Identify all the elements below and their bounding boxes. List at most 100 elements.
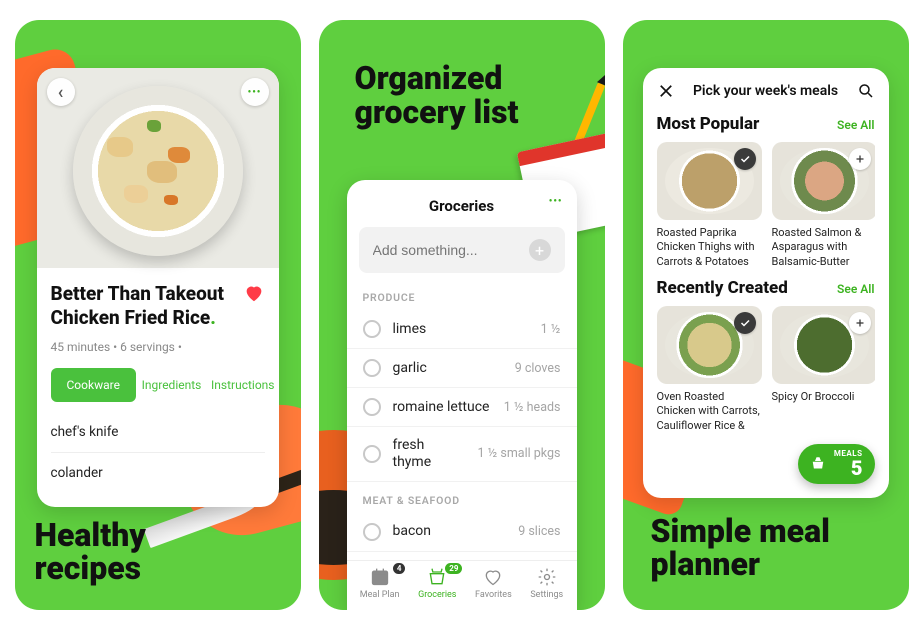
meal-image bbox=[657, 306, 762, 384]
section-title: Recently Created bbox=[657, 278, 788, 298]
panel-caption: Healthy recipes bbox=[35, 519, 146, 586]
meal-label: Roasted Paprika Chicken Thighs with Carr… bbox=[657, 226, 762, 268]
grocery-qty: 1 ½ small pkgs bbox=[477, 446, 560, 461]
tab-label: Favorites bbox=[475, 590, 512, 600]
tab-ingredients[interactable]: Ingredients bbox=[136, 368, 207, 402]
add-badge[interactable] bbox=[849, 148, 871, 170]
cookware-item: chef's knife bbox=[51, 412, 265, 453]
panel-caption: Organized grocery list bbox=[355, 62, 519, 129]
checkbox[interactable] bbox=[363, 445, 381, 463]
meal-picker-card: Pick your week's meals Most Popular See A… bbox=[643, 68, 889, 498]
back-button[interactable]: ‹ bbox=[47, 78, 75, 106]
meal-plan-icon bbox=[370, 567, 390, 587]
fab-count: 5 bbox=[851, 458, 863, 478]
tab-label: Groceries bbox=[418, 590, 456, 600]
checkbox[interactable] bbox=[363, 359, 381, 377]
tab-label: Settings bbox=[530, 590, 563, 600]
groceries-icon bbox=[427, 567, 447, 587]
add-button[interactable]: + bbox=[529, 239, 551, 261]
meal-image bbox=[657, 142, 762, 220]
more-icon: ••• bbox=[549, 196, 563, 207]
tab-bar: 4 Meal Plan 29 Groceries Favorites Setti… bbox=[347, 560, 577, 610]
groceries-card: Groceries ••• + PRODUCE limes 1 ½ garlic 9 c… bbox=[347, 180, 577, 610]
meal-label: Roasted Salmon & Asparagus with Balsamic… bbox=[772, 226, 875, 268]
grocery-row[interactable]: chicken breasts, boneless skinless2 ¼ lb bbox=[347, 552, 577, 560]
meal-tile[interactable]: Spicy Or Broccoli bbox=[772, 306, 875, 432]
grocery-qty: 1 ½ bbox=[541, 322, 561, 337]
meal-tile[interactable]: Oven Roasted Chicken with Carrots, Cauli… bbox=[657, 306, 762, 432]
grocery-name: garlic bbox=[393, 360, 503, 377]
search-icon bbox=[857, 82, 875, 100]
chevron-left-icon: ‹ bbox=[58, 82, 64, 103]
screenshot-healthy-recipes: ‹ ••• Better Than Takeout Chicken Fried … bbox=[15, 20, 301, 610]
favorite-button[interactable] bbox=[243, 282, 265, 304]
search-button[interactable] bbox=[857, 82, 875, 100]
add-item-field[interactable]: + bbox=[359, 227, 565, 273]
close-icon bbox=[657, 82, 675, 100]
selected-badge[interactable] bbox=[734, 312, 756, 334]
see-all-link[interactable]: See All bbox=[837, 282, 874, 296]
add-badge[interactable] bbox=[849, 312, 871, 334]
heart-icon bbox=[243, 282, 265, 304]
checkbox[interactable] bbox=[363, 320, 381, 338]
meal-image bbox=[772, 142, 875, 220]
plus-icon bbox=[854, 317, 866, 329]
tab-settings[interactable]: Settings bbox=[530, 567, 563, 600]
grocery-qty: 1 ½ heads bbox=[504, 400, 561, 415]
plus-icon bbox=[854, 153, 866, 165]
grocery-qty: 9 cloves bbox=[515, 361, 561, 376]
more-button[interactable]: ••• bbox=[549, 196, 563, 207]
section-label: PRODUCE bbox=[347, 279, 577, 310]
grocery-name: bacon bbox=[393, 523, 507, 540]
tab-cookware[interactable]: Cookware bbox=[51, 368, 136, 402]
meal-label: Oven Roasted Chicken with Carrots, Cauli… bbox=[657, 390, 762, 432]
basket-icon bbox=[808, 454, 828, 474]
grocery-name: romaine lettuce bbox=[393, 399, 492, 416]
screenshot-meal-planner: Pick your week's meals Most Popular See A… bbox=[623, 20, 909, 610]
meal-image bbox=[772, 306, 875, 384]
checkbox[interactable] bbox=[363, 398, 381, 416]
favorites-icon bbox=[483, 567, 503, 587]
grocery-name: fresh thyme bbox=[393, 437, 466, 471]
plus-icon: + bbox=[535, 241, 544, 260]
add-item-input[interactable] bbox=[373, 242, 529, 258]
check-icon bbox=[739, 153, 751, 165]
meal-tile[interactable]: Roasted Salmon & Asparagus with Balsamic… bbox=[772, 142, 875, 268]
meals-cart-button[interactable]: MEALS 5 bbox=[798, 444, 875, 484]
more-button[interactable]: ••• bbox=[241, 78, 269, 106]
page-title: Pick your week's meals bbox=[693, 83, 838, 99]
section-title: Most Popular bbox=[657, 114, 760, 134]
grocery-qty: 9 slices bbox=[518, 524, 560, 539]
recipe-meta: 45 minutes • 6 servings • bbox=[51, 340, 265, 354]
groceries-title: Groceries bbox=[429, 197, 494, 215]
recipe-hero-image: ‹ ••• bbox=[37, 68, 279, 268]
see-all-link[interactable]: See All bbox=[837, 118, 874, 132]
section-label: MEAT & SEAFOOD bbox=[347, 482, 577, 513]
meal-label: Spicy Or Broccoli bbox=[772, 390, 875, 404]
tab-instructions[interactable]: Instructions bbox=[207, 368, 278, 402]
checkbox[interactable] bbox=[363, 523, 381, 541]
badge: 4 bbox=[393, 563, 406, 574]
meal-tile[interactable]: Roasted Paprika Chicken Thighs with Carr… bbox=[657, 142, 762, 268]
tab-favorites[interactable]: Favorites bbox=[475, 567, 512, 600]
grocery-row[interactable]: garlic 9 cloves bbox=[347, 349, 577, 388]
cookware-item: colander bbox=[51, 453, 265, 493]
selected-badge[interactable] bbox=[734, 148, 756, 170]
check-icon bbox=[739, 317, 751, 329]
tab-label: Meal Plan bbox=[360, 590, 400, 600]
grocery-row[interactable]: romaine lettuce 1 ½ heads bbox=[347, 388, 577, 427]
screenshot-grocery-list: Organized grocery list Groceries ••• + P… bbox=[319, 20, 605, 610]
recipe-detail-card: ‹ ••• Better Than Takeout Chicken Fried … bbox=[37, 68, 279, 507]
panel-caption: Simple meal planner bbox=[651, 515, 830, 582]
grocery-row[interactable]: limes 1 ½ bbox=[347, 310, 577, 349]
grocery-row[interactable]: bacon 9 slices bbox=[347, 513, 577, 552]
settings-icon bbox=[537, 567, 557, 587]
grocery-row[interactable]: fresh thyme 1 ½ small pkgs bbox=[347, 427, 577, 482]
tab-meal-plan[interactable]: 4 Meal Plan bbox=[360, 567, 400, 600]
tab-groceries[interactable]: 29 Groceries bbox=[418, 567, 456, 600]
recipe-title: Better Than Takeout Chicken Fried Rice. bbox=[51, 282, 233, 330]
grocery-name: limes bbox=[393, 321, 529, 338]
close-button[interactable] bbox=[657, 82, 675, 100]
more-icon: ••• bbox=[248, 87, 262, 98]
badge: 29 bbox=[445, 563, 462, 574]
